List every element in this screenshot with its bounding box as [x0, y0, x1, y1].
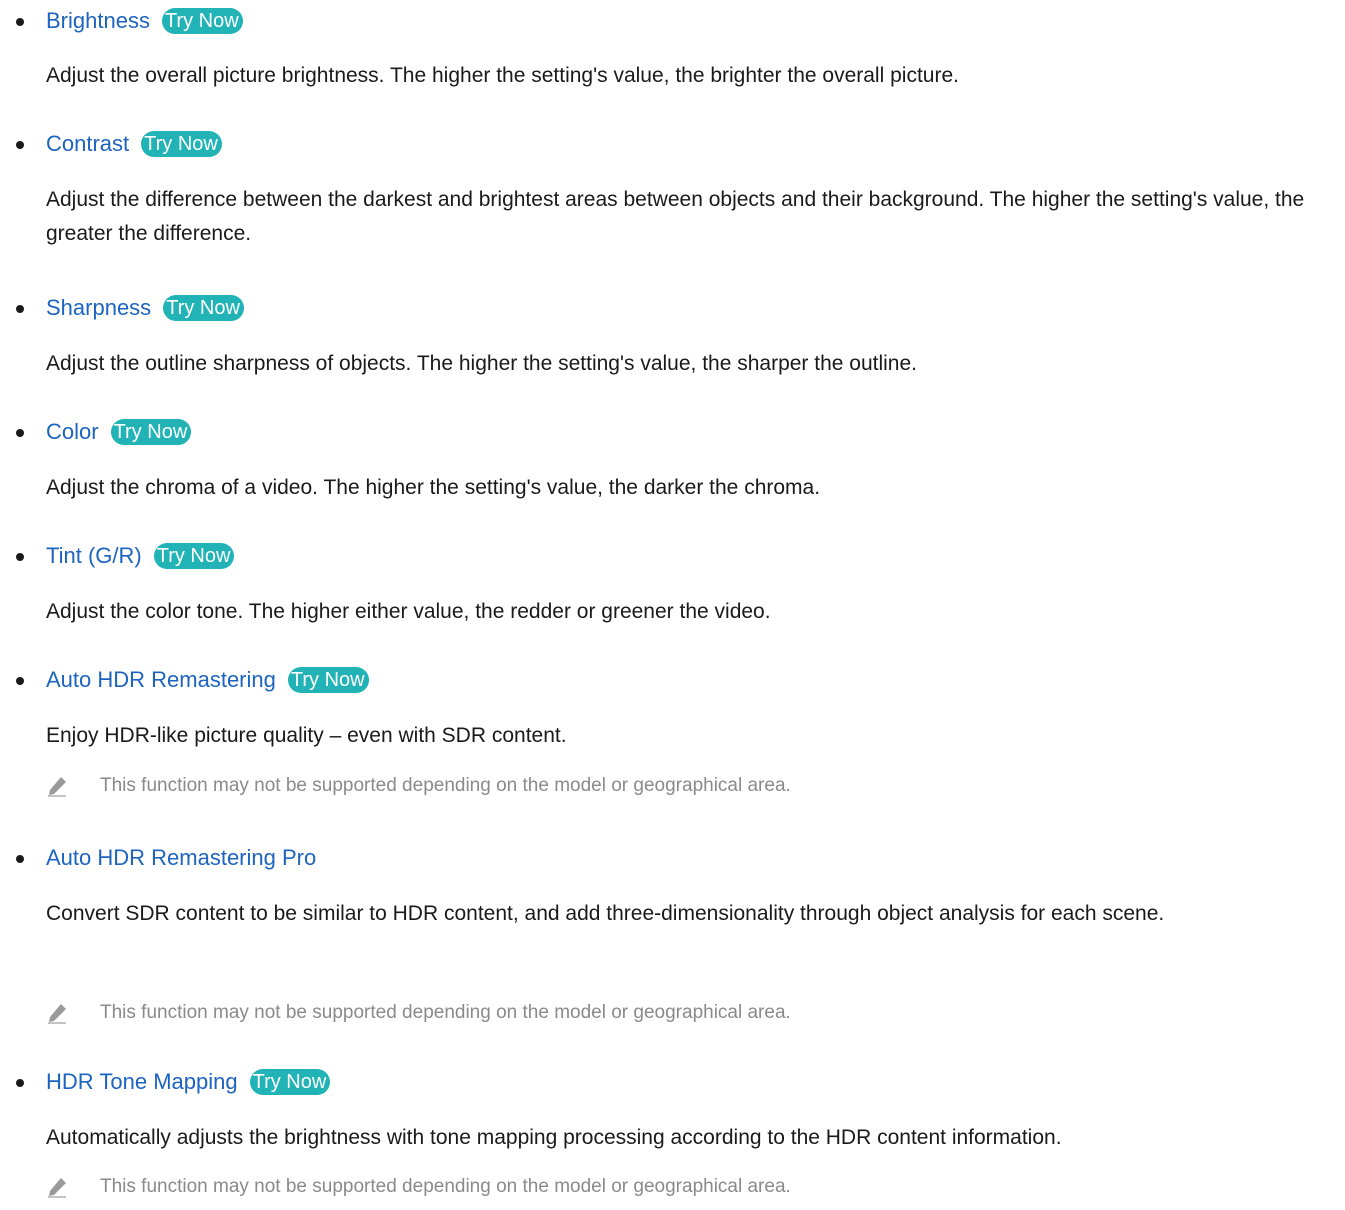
- setting-description: Convert SDR content to be similar to HDR…: [46, 902, 1165, 925]
- setting-title[interactable]: Sharpness Try Now: [46, 294, 244, 322]
- setting-description: Adjust the overall picture brightness. T…: [46, 64, 959, 87]
- setting-description: Adjust the difference between the darkes…: [46, 188, 1305, 245]
- try-now-button[interactable]: Try Now: [161, 8, 243, 34]
- try-now-button[interactable]: Try Now: [163, 295, 244, 321]
- try-now-button[interactable]: Try Now: [110, 419, 192, 445]
- note: This function may not be supported depen…: [46, 1173, 1316, 1201]
- setting-title[interactable]: Auto HDR Remastering Try Now: [46, 666, 369, 694]
- bullet-icon: [16, 1079, 24, 1087]
- bullet-icon: [16, 305, 24, 313]
- try-now-button[interactable]: Try Now: [287, 667, 369, 693]
- setting-description: Adjust the color tone. The higher either…: [46, 600, 771, 623]
- setting-color: Color Try Now Adjust the chroma of a vide…: [0, 417, 1345, 499]
- setting-description: Adjust the outline sharpness of objects.…: [46, 352, 917, 375]
- setting-title[interactable]: Auto HDR Remastering Pro: [46, 844, 316, 872]
- setting-sharpness: Sharpness Try Now Adjust the outline shar…: [0, 293, 1345, 375]
- setting-auto-hdr-remastering-pro: Auto HDR Remastering Pro Convert SDR con…: [0, 843, 1345, 1024]
- bullet-icon: [16, 429, 24, 437]
- setting-description: Adjust the chroma of a video. The higher…: [46, 476, 821, 499]
- setting-title[interactable]: Brightness Try Now: [46, 7, 243, 35]
- setting-contrast: Contrast Try Now Adjust the difference be…: [0, 129, 1345, 245]
- setting-title[interactable]: Color Try Now: [46, 418, 192, 446]
- setting-title[interactable]: HDR Tone Mapping Try Now: [46, 1068, 331, 1096]
- note: This function may not be supported depen…: [46, 772, 1316, 800]
- setting-title[interactable]: Contrast Try Now: [46, 130, 222, 158]
- settings-document: Brightness Try Now Adjust the overall pic…: [0, 0, 1345, 1210]
- bullet-icon: [16, 553, 24, 561]
- note-text: This function may not be supported depen…: [100, 775, 791, 796]
- try-now-button[interactable]: Try Now: [249, 1069, 331, 1095]
- setting-brightness: Brightness Try Now Adjust the overall pic…: [0, 6, 1345, 87]
- bullet-icon: [16, 141, 24, 149]
- pencil-icon: [48, 1004, 66, 1024]
- bullet-icon: [16, 855, 24, 863]
- note: This function may not be supported depen…: [46, 999, 1316, 1027]
- setting-description: Automatically adjusts the brightness wit…: [46, 1126, 1062, 1149]
- setting-tint: Tint (G/R) Try Now Adjust the color tone.…: [0, 541, 1345, 623]
- setting-hdr-tone-mapping: HDR Tone Mapping Try Now Automatically ad…: [0, 1067, 1345, 1198]
- try-now-button[interactable]: Try Now: [153, 543, 235, 569]
- setting-description: Enjoy HDR-like picture quality – even wi…: [46, 724, 567, 747]
- pencil-icon: [48, 777, 66, 797]
- note-text: This function may not be supported depen…: [100, 1002, 791, 1023]
- try-now-button[interactable]: Try Now: [141, 131, 222, 157]
- bullet-icon: [16, 677, 24, 685]
- pencil-icon: [48, 1178, 66, 1198]
- bullet-icon: [16, 18, 24, 26]
- note-text: This function may not be supported depen…: [100, 1176, 791, 1197]
- setting-title[interactable]: Tint (G/R) Try Now: [46, 542, 235, 570]
- setting-auto-hdr-remastering: Auto HDR Remastering Try Now Enjoy HDR-li…: [0, 665, 1345, 797]
